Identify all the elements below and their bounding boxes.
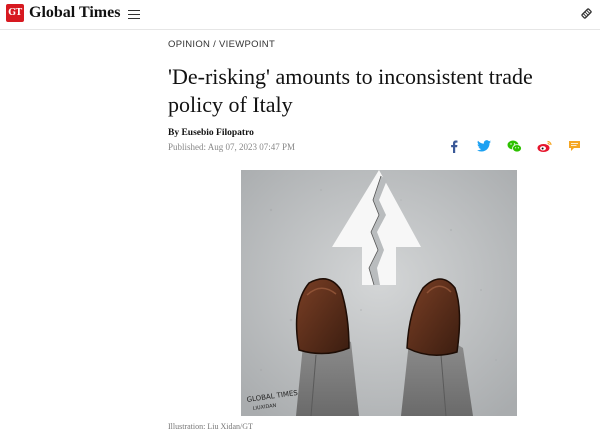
author-byline: By Eusebio Filopatro (168, 128, 254, 138)
comment-icon[interactable] (566, 138, 582, 154)
publish-date: Published: Aug 07, 2023 07:47 PM (168, 142, 296, 152)
logo-text: Global Times (29, 4, 121, 21)
tag-icon[interactable] (580, 7, 593, 20)
article-illustration: GLOBAL TIMES LIUXIDAN (241, 170, 517, 416)
share-bar (446, 138, 582, 154)
article-title: 'De-risking' amounts to inconsistent tra… (168, 64, 533, 117)
top-bar: GT Global Times (0, 0, 600, 30)
twitter-icon[interactable] (476, 138, 492, 154)
logo-mark: GT (6, 4, 24, 22)
section-label[interactable]: OPINION / VIEWPOINT (168, 39, 275, 50)
site-logo[interactable]: GT Global Times (6, 4, 120, 22)
wechat-icon[interactable] (506, 138, 522, 154)
image-caption: Illustration: Liu Xidan/GT (168, 422, 253, 431)
facebook-icon[interactable] (446, 138, 462, 154)
menu-icon[interactable] (128, 7, 140, 21)
weibo-icon[interactable] (536, 138, 552, 154)
